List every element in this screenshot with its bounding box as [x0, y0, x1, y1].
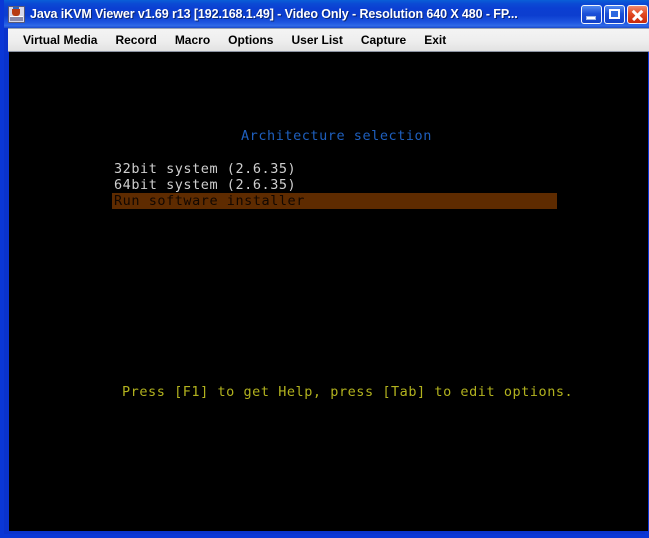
minimize-button[interactable]: [581, 4, 602, 24]
menu-exit[interactable]: Exit: [415, 31, 455, 49]
console-screen: Architecture selection 32bit system (2.6…: [9, 52, 648, 531]
menu-capture[interactable]: Capture: [352, 31, 415, 49]
boot-help-text: Press [F1] to get Help, press [Tab] to e…: [122, 384, 574, 400]
window-controls: [581, 4, 649, 24]
application-window: Java iKVM Viewer v1.69 r13 [192.168.1.49…: [0, 0, 649, 538]
boot-entry-software-installer[interactable]: Run software installer: [112, 193, 557, 209]
menu-bar: Virtual Media Record Macro Options User …: [8, 28, 649, 52]
window-title: Java iKVM Viewer v1.69 r13 [192.168.1.49…: [30, 7, 518, 21]
icon-cup: [12, 8, 20, 16]
menu-record[interactable]: Record: [106, 31, 165, 49]
boot-entry-32bit[interactable]: 32bit system (2.6.35): [112, 161, 557, 177]
remote-console-video[interactable]: Architecture selection 32bit system (2.6…: [9, 52, 648, 531]
menu-options[interactable]: Options: [219, 31, 282, 49]
menu-macro[interactable]: Macro: [166, 31, 219, 49]
boot-menu-list: 32bit system (2.6.35) 64bit system (2.6.…: [112, 161, 557, 209]
icon-base: [10, 15, 23, 21]
title-bar[interactable]: Java iKVM Viewer v1.69 r13 [192.168.1.49…: [4, 0, 649, 28]
menu-virtual-media[interactable]: Virtual Media: [14, 31, 106, 49]
maximize-button[interactable]: [604, 4, 625, 24]
boot-entry-64bit[interactable]: 64bit system (2.6.35): [112, 177, 557, 193]
boot-menu-title: Architecture selection: [241, 128, 432, 144]
menu-user-list[interactable]: User List: [282, 31, 351, 49]
java-viewer-icon: [8, 5, 25, 23]
close-button[interactable]: [627, 4, 648, 24]
